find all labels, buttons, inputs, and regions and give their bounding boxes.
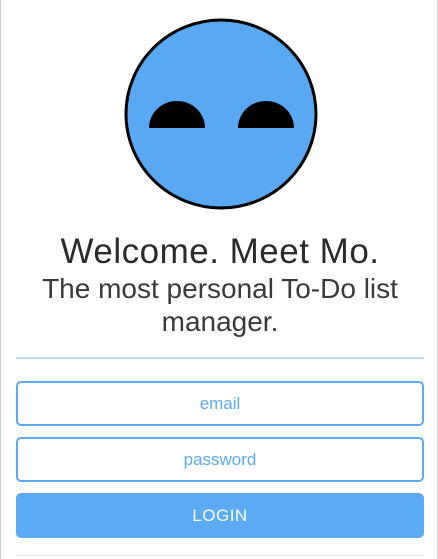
email-field[interactable] [16,381,424,426]
password-field[interactable] [16,437,424,482]
mo-face-icon [124,18,318,210]
bottom-divider [16,555,424,556]
divider [16,357,424,359]
page-title: Welcome. Meet Mo. [60,232,380,271]
page-subtitle: The most personal To-Do list manager. [42,273,398,337]
login-screen: Welcome. Meet Mo. The most personal To-D… [0,0,438,559]
login-button[interactable]: LOGIN [16,493,424,538]
